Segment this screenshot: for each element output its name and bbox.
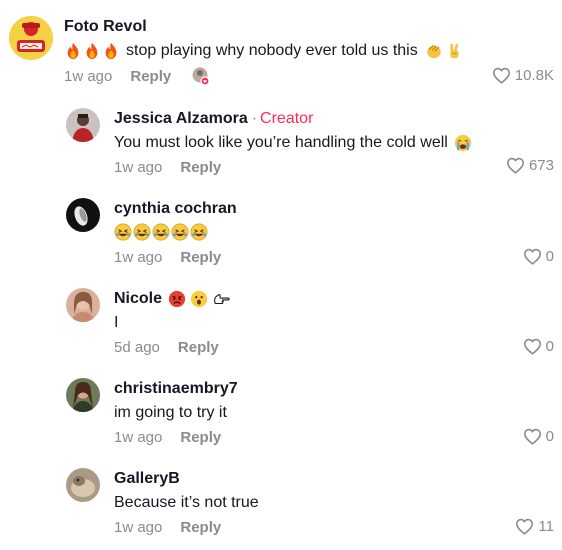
username-link[interactable]: Foto Revol xyxy=(64,18,147,36)
avatar[interactable] xyxy=(66,108,100,142)
reply-item: Nicole I 5d ago Reply 0 xyxy=(0,280,562,370)
comment-username: GalleryB xyxy=(114,470,180,488)
avatar[interactable] xyxy=(66,468,100,502)
loudly-crying-emoji-icon xyxy=(454,134,472,152)
comment-text-content: im going to try it xyxy=(114,404,227,421)
username-link[interactable]: Nicole xyxy=(114,290,162,308)
reply-item: Jessica Alzamora · Creator You must look … xyxy=(0,95,562,190)
comment-meta: 1w ago Reply xyxy=(114,519,221,536)
reply-button[interactable]: Reply xyxy=(180,249,221,266)
comment-meta: 1w ago Reply xyxy=(64,68,171,85)
fire-emoji-icon xyxy=(102,42,120,60)
username-link[interactable]: GalleryB xyxy=(114,470,180,488)
heart-outline-icon xyxy=(523,248,542,265)
heart-outline-icon xyxy=(523,338,542,355)
comment-meta: 1w ago Reply xyxy=(114,249,221,266)
like-button[interactable]: 0 xyxy=(523,338,554,355)
fire-emoji-icon xyxy=(83,42,101,60)
rolling-laughing-emoji-icon xyxy=(171,223,189,241)
comment-time: 5d ago xyxy=(114,339,160,356)
comment-username: Nicole xyxy=(114,290,230,308)
reply-item: cynthia cochran 1w ago Reply 0 xyxy=(0,190,562,280)
comment-time: 1w ago xyxy=(114,519,163,536)
like-button[interactable]: 10.8K xyxy=(492,67,554,84)
comment-text: im going to try it xyxy=(114,404,227,422)
reply-item: christinaembry7 im going to try it 1w ag… xyxy=(0,370,562,460)
comment-text xyxy=(114,223,208,241)
victory-hand-emoji-icon xyxy=(445,42,463,60)
heart-outline-icon xyxy=(515,518,534,535)
laughing-emoji-group xyxy=(114,223,208,241)
comment-meta: 1w ago Reply xyxy=(114,159,221,176)
comment-text-content: Because it’s not true xyxy=(114,494,259,511)
avatar[interactable] xyxy=(66,288,100,322)
username-link[interactable]: Jessica Alzamora xyxy=(114,110,248,128)
comment-meta: 1w ago Reply xyxy=(114,429,221,446)
reply-button[interactable]: Reply xyxy=(180,429,221,446)
comment-text: You must look like you’re handling the c… xyxy=(114,134,472,152)
username-link[interactable]: cynthia cochran xyxy=(114,200,237,218)
comment-text: I xyxy=(114,314,118,332)
like-button[interactable]: 0 xyxy=(523,248,554,265)
comment-text-content: You must look like you’re handling the c… xyxy=(114,134,448,151)
like-count: 673 xyxy=(528,157,554,174)
like-button[interactable]: 0 xyxy=(523,428,554,445)
like-count: 0 xyxy=(545,248,554,265)
comment-username[interactable]: Foto Revol xyxy=(64,18,147,36)
clapping-hands-emoji-icon xyxy=(425,42,443,60)
angry-face-emoji-icon xyxy=(168,290,186,308)
rolling-laughing-emoji-icon xyxy=(190,223,208,241)
comment-username: christinaembry7 xyxy=(114,380,238,398)
like-count: 11 xyxy=(538,518,554,535)
creator-badge: · Creator xyxy=(252,110,314,128)
creator-label: Creator xyxy=(260,110,314,127)
pointing-hand-emoji-icon xyxy=(212,290,230,308)
reply-item: GalleryB Because it’s not true 1w ago Re… xyxy=(0,460,562,550)
fire-emoji-icon xyxy=(64,42,82,60)
username-link[interactable]: christinaembry7 xyxy=(114,380,238,398)
comment-item: Foto Revol stop playing why nobody ever … xyxy=(0,0,562,95)
comment-username: Jessica Alzamora · Creator xyxy=(114,110,313,128)
avatar[interactable] xyxy=(66,378,100,412)
heart-outline-icon xyxy=(506,157,525,174)
like-count: 0 xyxy=(545,428,554,445)
comment-text-content: stop playing why nobody ever told us thi… xyxy=(126,42,418,59)
like-button[interactable]: 673 xyxy=(506,157,554,174)
reply-button[interactable]: Reply xyxy=(180,159,221,176)
reply-button[interactable]: Reply xyxy=(180,519,221,536)
comment-text: stop playing why nobody ever told us thi… xyxy=(64,42,463,60)
comment-time: 1w ago xyxy=(114,429,163,446)
avatar[interactable] xyxy=(66,198,100,232)
fire-emoji-group xyxy=(64,42,120,60)
comment-time: 1w ago xyxy=(114,159,163,176)
astonished-face-emoji-icon xyxy=(190,290,208,308)
comment-text-content: I xyxy=(114,314,119,331)
rolling-laughing-emoji-icon xyxy=(152,223,170,241)
rolling-laughing-emoji-icon xyxy=(114,223,132,241)
heart-outline-icon xyxy=(492,67,511,84)
creator-liked-avatar xyxy=(191,66,211,86)
heart-outline-icon xyxy=(523,428,542,445)
comment-username: cynthia cochran xyxy=(114,200,237,218)
like-button[interactable]: 11 xyxy=(515,518,554,535)
reply-button[interactable]: Reply xyxy=(130,68,171,85)
comment-meta: 5d ago Reply xyxy=(114,339,219,356)
comment-time: 1w ago xyxy=(64,68,113,85)
comment-time: 1w ago xyxy=(114,249,163,266)
reply-button[interactable]: Reply xyxy=(178,339,219,356)
avatar[interactable] xyxy=(9,16,53,60)
comment-text: Because it’s not true xyxy=(114,494,259,512)
like-count: 0 xyxy=(545,338,554,355)
creator-dot: · xyxy=(251,110,258,127)
rolling-laughing-emoji-icon xyxy=(133,223,151,241)
like-count: 10.8K xyxy=(514,67,554,84)
